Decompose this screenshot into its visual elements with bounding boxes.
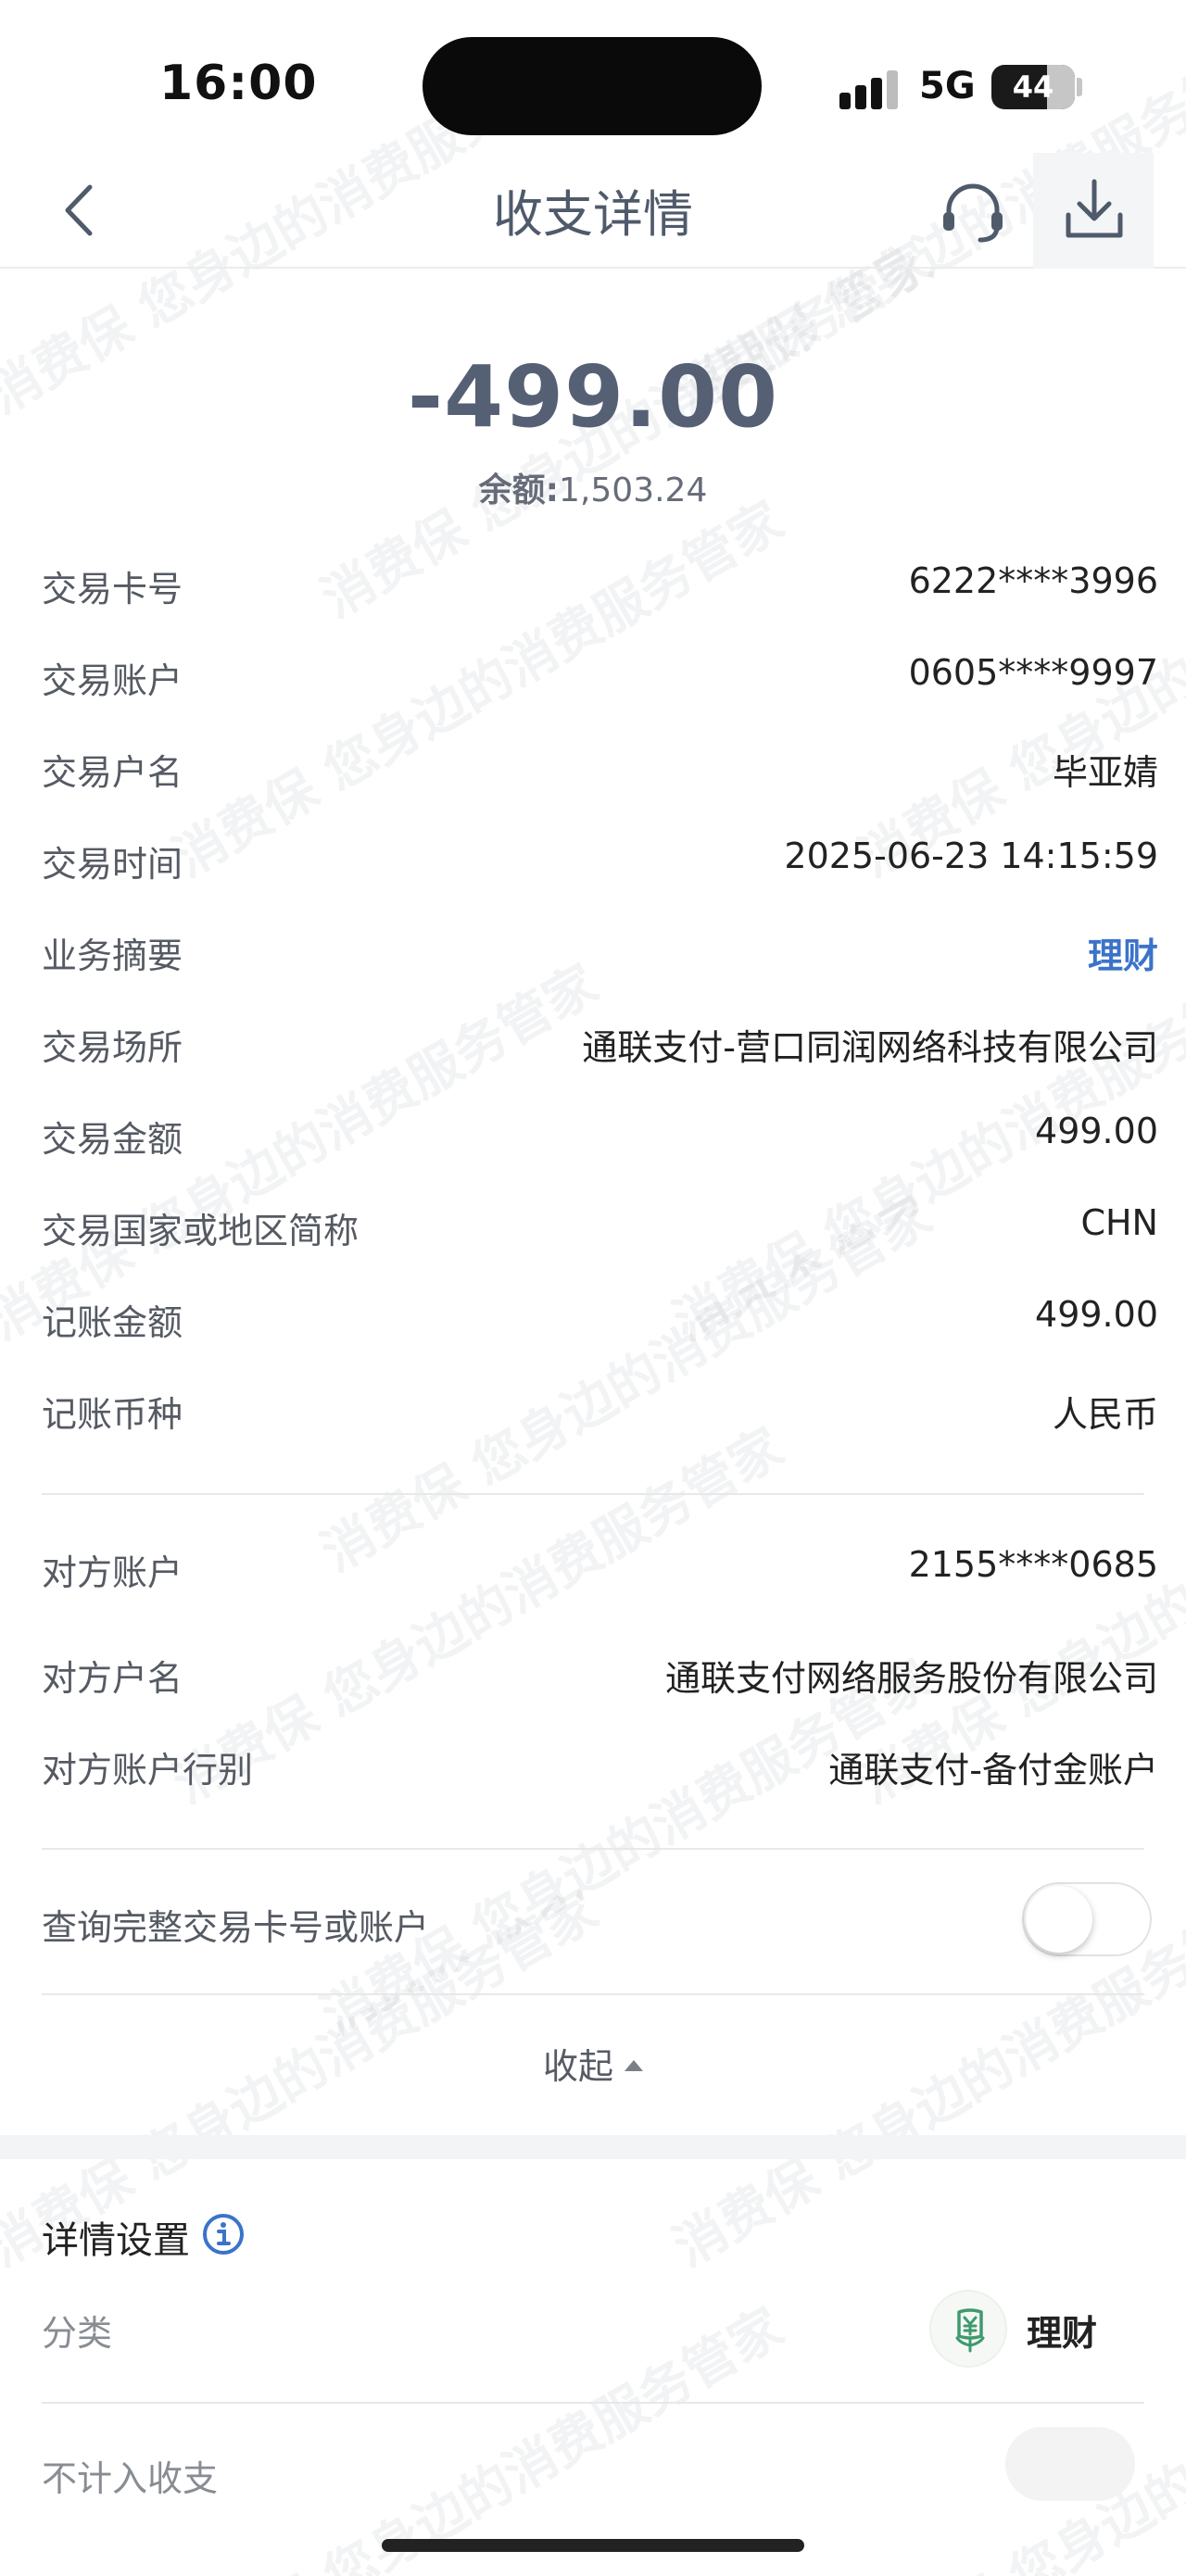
detail-value: 499.00 bbox=[1035, 1111, 1158, 1151]
network-type: 5G bbox=[919, 65, 976, 107]
category-label: 分类 bbox=[42, 2313, 113, 2354]
category-value[interactable]: 理财 bbox=[1027, 2305, 1097, 2356]
query-full-row: 查询完整交易卡号或账户 bbox=[42, 1899, 1158, 1954]
detail-key: 交易时间 bbox=[42, 844, 183, 885]
divider bbox=[42, 2402, 1144, 2404]
settings-title: 详情设置 bbox=[42, 2219, 190, 2262]
detail-key: 记账金额 bbox=[42, 1302, 183, 1343]
collapse-label: 收起 bbox=[542, 2046, 613, 2087]
download-icon bbox=[1066, 179, 1123, 238]
detail-row: 业务摘要 理财 bbox=[42, 927, 1158, 983]
detail-value: 通联支付-备付金账户 bbox=[828, 1750, 1158, 1791]
detail-value: 通联支付网络服务股份有限公司 bbox=[664, 1658, 1158, 1699]
query-full-label: 查询完整交易卡号或账户 bbox=[42, 1907, 430, 1948]
battery-icon: 44 bbox=[991, 65, 1075, 109]
collapse-button[interactable]: 收起 bbox=[0, 2038, 1186, 2089]
detail-value: 2155****0685 bbox=[908, 1544, 1158, 1585]
detail-key: 交易卡号 bbox=[42, 569, 183, 609]
headset-icon bbox=[943, 183, 1003, 243]
detail-key: 对方账户行别 bbox=[42, 1750, 254, 1791]
detail-row: 记账币种 人民币 bbox=[42, 1386, 1158, 1441]
download-button[interactable] bbox=[1033, 153, 1154, 269]
detail-row: 交易金额 499.00 bbox=[42, 1111, 1158, 1166]
counterparty-row: 对方户名 通联支付网络服务股份有限公司 bbox=[42, 1650, 1158, 1705]
detail-row: 交易场所 通联支付-营口同润网络科技有限公司 bbox=[42, 1019, 1158, 1074]
exclude-toggle[interactable] bbox=[1005, 2427, 1135, 2501]
detail-key: 交易账户 bbox=[42, 660, 183, 701]
exclude-label: 不计入收支 bbox=[42, 2458, 219, 2499]
query-full-toggle[interactable] bbox=[1022, 1882, 1152, 1956]
counterparty-row: 对方账户 2155****0685 bbox=[42, 1544, 1158, 1600]
battery-tip bbox=[1077, 78, 1082, 96]
status-bar: 16:00 5G 44 bbox=[0, 0, 1186, 157]
detail-key: 业务摘要 bbox=[42, 936, 183, 976]
detail-key: 交易场所 bbox=[42, 1027, 183, 1068]
detail-value: CHN bbox=[1080, 1202, 1158, 1243]
balance-label: 余额: bbox=[478, 471, 560, 509]
balance-value: 1,503.24 bbox=[559, 471, 708, 509]
section-separator bbox=[0, 2135, 1186, 2159]
detail-key: 对方账户 bbox=[42, 1552, 183, 1593]
signal-icon bbox=[839, 69, 899, 109]
detail-row: 记账金额 499.00 bbox=[42, 1294, 1158, 1350]
detail-key: 对方户名 bbox=[42, 1658, 183, 1699]
detail-key: 交易国家或地区简称 bbox=[42, 1211, 360, 1251]
detail-value: 通联支付-营口同润网络科技有限公司 bbox=[582, 1027, 1158, 1068]
detail-row: 交易卡号 6222****3996 bbox=[42, 560, 1158, 616]
detail-value: 毕亚婧 bbox=[1052, 752, 1158, 793]
detail-row: 交易时间 2025-06-23 14:15:59 bbox=[42, 836, 1158, 891]
detail-row: 交易户名 毕亚婧 bbox=[42, 744, 1158, 799]
divider bbox=[42, 1993, 1144, 1995]
nav-bar: 收支详情 bbox=[0, 153, 1186, 269]
info-icon bbox=[203, 2214, 244, 2255]
detail-value: 499.00 bbox=[1035, 1294, 1158, 1335]
dynamic-island bbox=[423, 37, 762, 135]
detail-row: 交易账户 0605****9997 bbox=[42, 652, 1158, 708]
home-indicator[interactable] bbox=[382, 2539, 804, 2552]
status-time: 16:00 bbox=[159, 56, 318, 111]
detail-value: 0605****9997 bbox=[908, 652, 1158, 693]
yuan-plant-icon bbox=[955, 2308, 985, 2353]
detail-value: 人民币 bbox=[1052, 1394, 1158, 1435]
toggle-knob bbox=[1026, 1886, 1092, 1953]
info-button[interactable] bbox=[201, 2212, 246, 2256]
caret-up-icon bbox=[625, 2059, 643, 2071]
watermark-text: 消费保 您身边的消费服务管家 bbox=[843, 2287, 1186, 2576]
detail-value: 2025-06-23 14:15:59 bbox=[784, 836, 1158, 876]
detail-key: 记账币种 bbox=[42, 1394, 183, 1435]
balance: 余额:1,503.24 bbox=[0, 463, 1186, 511]
divider bbox=[42, 1493, 1144, 1495]
detail-key: 交易户名 bbox=[42, 752, 183, 793]
customer-service-button[interactable] bbox=[936, 173, 1010, 247]
detail-value: 6222****3996 bbox=[908, 560, 1158, 601]
battery-level: 44 bbox=[1012, 69, 1054, 105]
detail-row: 交易国家或地区简称 CHN bbox=[42, 1202, 1158, 1258]
business-summary-link[interactable]: 理财 bbox=[1088, 927, 1158, 978]
category-icon-badge[interactable] bbox=[929, 2290, 1007, 2368]
divider bbox=[42, 1848, 1144, 1850]
counterparty-row: 对方账户行别 通联支付-备付金账户 bbox=[42, 1741, 1158, 1797]
transaction-amount: -499.00 bbox=[407, 347, 779, 446]
watermark-text: 消费保 您身边的消费服务管家 bbox=[163, 2296, 794, 2576]
detail-key: 交易金额 bbox=[42, 1119, 183, 1160]
